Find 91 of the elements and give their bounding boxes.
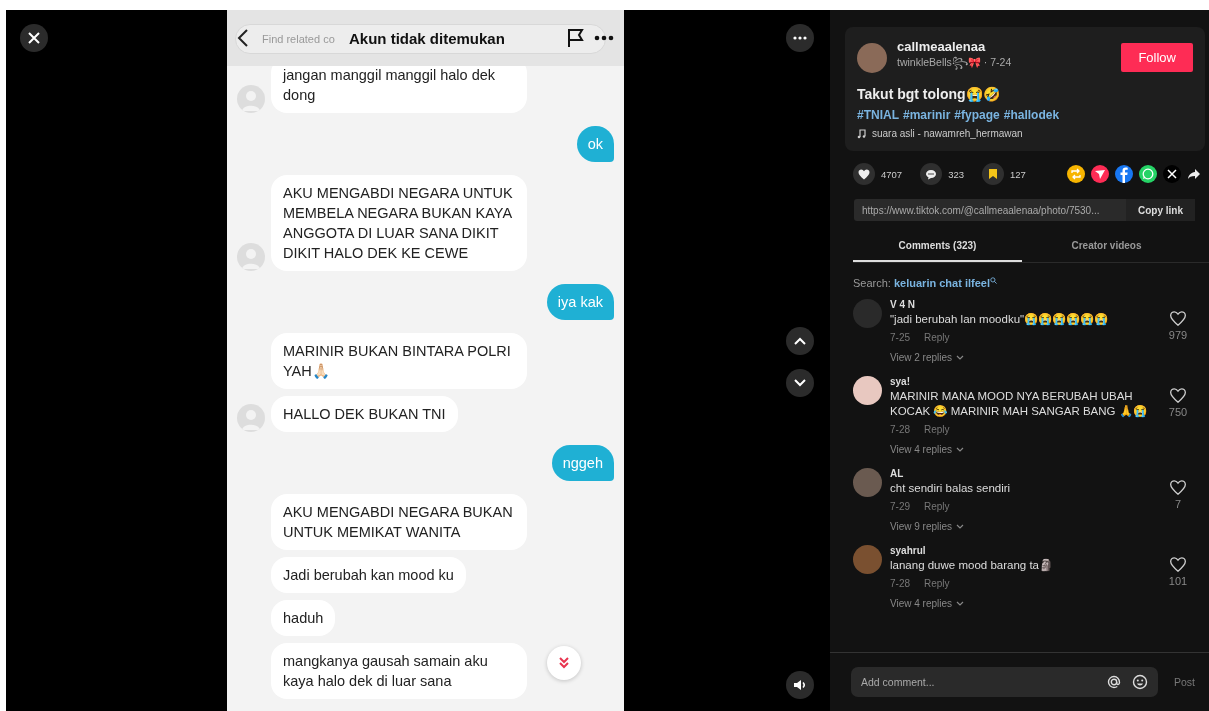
hashtag-link[interactable]: #marinir: [903, 108, 951, 122]
message-bubble: mangkanya gausah samain aku kaya halo dek di luar sana: [271, 643, 527, 699]
view-replies-button[interactable]: View 4 replies: [890, 598, 965, 609]
share-icon[interactable]: [1187, 168, 1201, 180]
chat-title: Akun tidak ditemukan: [349, 29, 506, 47]
like-count: 101: [1168, 575, 1188, 587]
facebook-icon[interactable]: [1115, 165, 1133, 183]
like-count: 750: [1168, 406, 1188, 418]
speaker-icon[interactable]: [793, 679, 807, 691]
repost-icon[interactable]: [1067, 165, 1085, 183]
post-button[interactable]: Post: [1170, 676, 1195, 688]
caption: Takut bgt tolong😭🤣: [857, 86, 1001, 102]
hashtag-link[interactable]: #TNIAL: [857, 108, 899, 122]
scroll-down-button[interactable]: [547, 646, 581, 680]
chevron-up-icon[interactable]: [794, 336, 806, 345]
whatsapp-icon[interactable]: [1139, 165, 1157, 183]
bookmark-button[interactable]: [982, 163, 1004, 185]
more-button[interactable]: [786, 24, 814, 52]
reply-button[interactable]: Reply: [924, 424, 950, 435]
reply-button[interactable]: Reply: [924, 578, 950, 589]
bookmark-icon[interactable]: [988, 168, 998, 180]
reply-button[interactable]: Reply: [924, 501, 950, 512]
message-bubble: AKU MENGABDI NEGARA BUKAN UNTUK MEMIKAT WANITA: [271, 494, 527, 550]
close-icon[interactable]: [28, 32, 40, 44]
message-bubble: Jadi berubah kan mood ku: [271, 557, 466, 593]
commenter-avatar[interactable]: [853, 376, 882, 405]
previous-button[interactable]: [786, 326, 814, 355]
comment-text: lanang duwe mood barang ta🗿: [890, 558, 1054, 573]
save-count: 127: [1010, 168, 1026, 180]
back-icon[interactable]: [237, 29, 249, 47]
mention-icon[interactable]: [1106, 674, 1122, 690]
message-bubble: MARINIR BUKAN BINTARA POLRI YAH🙏🏻: [271, 333, 527, 389]
message-bubble: haduh: [271, 600, 336, 636]
hashtag-link[interactable]: #fypage: [954, 108, 1000, 122]
more-icon[interactable]: [793, 36, 807, 40]
comment-field[interactable]: Add comment...: [851, 667, 1158, 697]
like-icon[interactable]: [1170, 557, 1186, 572]
comment-text: "jadi berubah lan moodku"😭😭😭😭😭😭: [890, 312, 1110, 327]
comment-count: 323: [948, 168, 964, 180]
heart-icon[interactable]: [858, 168, 870, 180]
emoji-icon[interactable]: [1132, 674, 1148, 690]
view-replies-button[interactable]: View 4 replies: [890, 444, 965, 455]
follow-button[interactable]: Follow: [1121, 43, 1193, 72]
like-icon[interactable]: [1170, 311, 1186, 326]
comment-text: MARINIR MANA MOOD NYA BERUBAH UBAH KOCAK 😂 MARINIR MAH SANGAR BANG 🙏😭: [890, 389, 1148, 419]
commenter-name[interactable]: syahrul: [890, 545, 1157, 556]
copy-link-button[interactable]: Copy link: [1126, 199, 1195, 221]
like-icon[interactable]: [1170, 388, 1186, 403]
message-bubble: nggeh: [551, 445, 614, 481]
message-bubble: iya kak: [546, 284, 614, 320]
like-count: 7: [1174, 498, 1182, 510]
comment-date: 7-28: [890, 424, 910, 435]
nickname-date: twinkleBells꧂🎀 · 7-24: [897, 55, 1012, 72]
like-button[interactable]: [853, 163, 875, 185]
comment-date: 7-29: [890, 501, 910, 512]
next-button[interactable]: [786, 368, 814, 397]
like-icon[interactable]: [1170, 480, 1186, 495]
comment-button[interactable]: [920, 163, 943, 185]
message-bubble: ok: [576, 126, 614, 162]
search-suggestion: Search: keluarin chat ilfeel: [853, 277, 1209, 289]
x-icon[interactable]: [1163, 165, 1181, 183]
comment-input[interactable]: Add comment...: [859, 675, 1096, 689]
send-icon[interactable]: [1091, 165, 1109, 183]
close-button[interactable]: [20, 24, 48, 52]
comment-date: 7-25: [890, 332, 910, 343]
more-icon[interactable]: [594, 35, 614, 41]
reply-button[interactable]: Reply: [924, 332, 950, 343]
flag-icon[interactable]: [566, 28, 586, 48]
comment-date: 7-28: [890, 578, 910, 589]
tab[interactable]: Creator videos: [1022, 233, 1191, 262]
link-url: https://www.tiktok.com/@callmeaalenaa/photo/7530...: [861, 204, 1101, 216]
search-icon[interactable]: [989, 277, 997, 284]
view-replies-button[interactable]: View 9 replies: [890, 521, 965, 532]
volume-button[interactable]: [786, 671, 814, 699]
search-link[interactable]: keluarin chat ilfeel: [894, 277, 990, 289]
view-replies-button[interactable]: View 2 replies: [890, 352, 965, 363]
commenter-name[interactable]: V 4 N: [890, 299, 1157, 310]
commenter-name[interactable]: AL: [890, 468, 1157, 479]
comment-icon[interactable]: [925, 168, 938, 180]
music-label[interactable]: suara asli - nawamreh_hermawan: [872, 128, 1023, 139]
music-note-icon: [857, 128, 866, 139]
username[interactable]: callmeaalenaa: [897, 39, 1012, 54]
commenter-name[interactable]: sya!: [890, 376, 1157, 387]
message-bubble: AKU MENGABDI NEGARA UNTUK MEMBELA NEGARA BUKAN KAYA ANGGOTA DI LUAR SANA DIKIT DIKIT HALO DEK KE CEWE: [271, 175, 527, 271]
hashtag-link[interactable]: #hallodek: [1003, 108, 1060, 122]
like-count: 979: [1168, 329, 1188, 341]
message-bubble: HALLO DEK BUKAN TNI: [271, 396, 458, 432]
tab[interactable]: Comments (323): [853, 233, 1022, 262]
user-avatar[interactable]: [857, 42, 887, 73]
comment-text: cht sendiri balas sendiri: [890, 481, 1012, 496]
like-count: 4707: [881, 168, 903, 180]
